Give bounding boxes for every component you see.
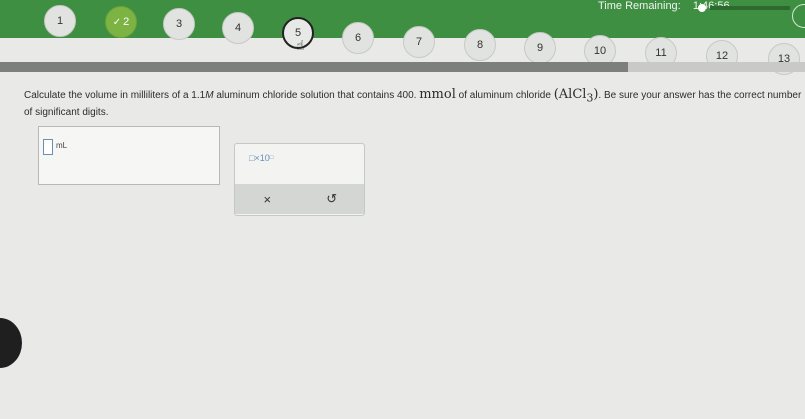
mmol-unit: mmol [419, 87, 456, 102]
question-nav-label: 10 [593, 45, 607, 57]
question-part: Calculate the volume in milliliters of a… [24, 90, 206, 101]
question-nav-7[interactable]: 7 [403, 26, 435, 58]
formula-open: (AlCl [553, 87, 587, 102]
question-nav-label: 11 [655, 47, 667, 59]
check-icon: ✓ [112, 16, 122, 28]
tool-footer: × ↺ [235, 184, 364, 214]
question-nav-label: 9 [536, 42, 544, 54]
question-nav-label: 6 [354, 32, 362, 44]
hand-cursor-icon: ☝ [296, 37, 305, 53]
question-nav-label: 4 [234, 22, 242, 34]
tool-panel: □×10 □ × ↺ [234, 143, 365, 216]
menu-toggle[interactable] [792, 4, 805, 28]
question-nav-label: 2 [123, 16, 130, 28]
sci-notation-exponent: □ [269, 155, 274, 161]
chemical-formula: (AlCl3) [553, 87, 599, 105]
question-nav-label: 8 [476, 39, 484, 51]
question-nav-6[interactable]: 6 [342, 22, 374, 54]
clear-button[interactable]: × [247, 192, 287, 207]
question-nav-9[interactable]: 9 [524, 32, 556, 64]
question-text: Calculate the volume in milliliters of a… [24, 88, 804, 120]
timer-label: Time Remaining: [598, 0, 681, 12]
undo-button[interactable]: ↺ [312, 191, 352, 207]
question-nav-8[interactable]: 8 [464, 29, 496, 61]
question-nav-4[interactable]: 4 [222, 12, 254, 44]
question-nav-label: 3 [175, 18, 183, 30]
question-nav-1[interactable]: 1 [44, 5, 76, 37]
answer-box: mL [38, 126, 220, 185]
timer-handle [698, 4, 706, 12]
sci-notation-label: □×10 [249, 153, 270, 163]
question-nav-3[interactable]: 3 [163, 8, 195, 40]
question-nav-2[interactable]: ✓ 2 [105, 6, 137, 38]
question-nav-label: 1 [56, 15, 64, 27]
question-part: aluminum chloride solution that contains… [213, 90, 420, 101]
scientific-notation-button[interactable]: □×10 □ [249, 149, 277, 167]
question-nav-label: 7 [415, 36, 423, 48]
timer-track [710, 6, 790, 10]
molarity-unit: M [205, 90, 214, 101]
progress-fill [0, 62, 628, 72]
dark-overlay-shape [0, 318, 22, 368]
question-part: of aluminum chloride [455, 90, 554, 101]
answer-input[interactable] [43, 139, 53, 155]
question-nav-label: 12 [715, 50, 729, 62]
unit-label: mL [56, 141, 68, 150]
